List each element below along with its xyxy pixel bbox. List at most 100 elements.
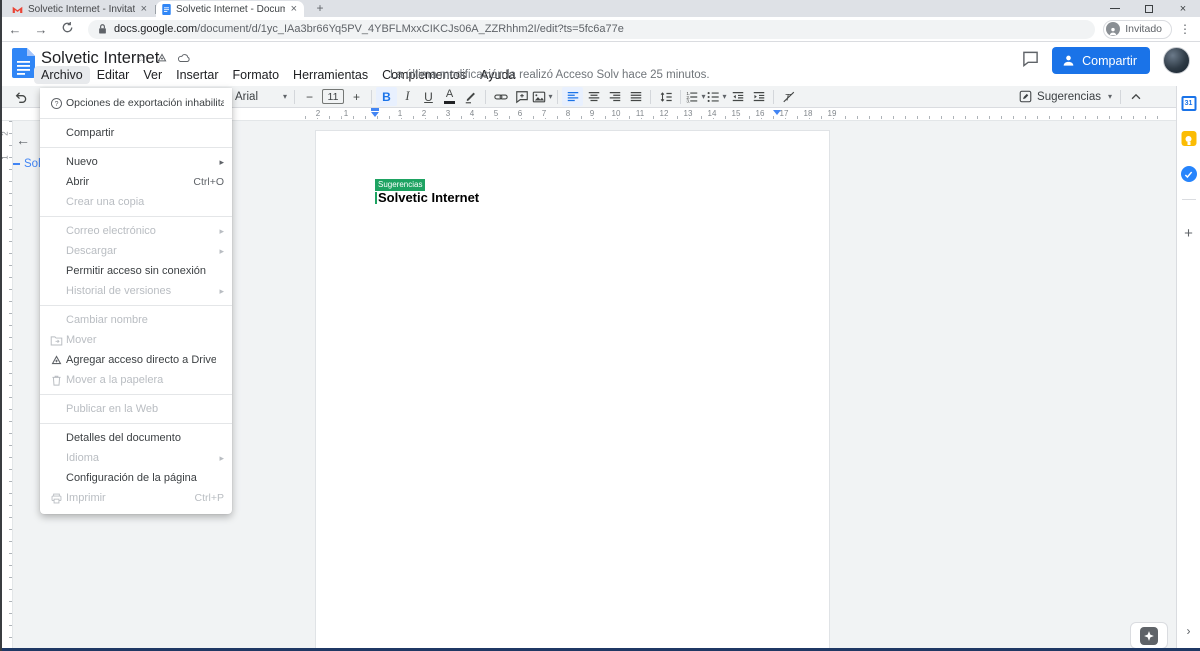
editing-mode-button[interactable]: Sugerencias ▾ — [1015, 87, 1116, 106]
align-left-button[interactable] — [562, 87, 583, 106]
add-addon-button[interactable]: + — [1184, 226, 1193, 241]
bold-button[interactable]: B — [376, 87, 397, 106]
menu-item-correo-electr-nico[interactable]: Correo electrónico ▸ — [40, 221, 232, 241]
tab-docs[interactable]: Solvetic Internet - Documentos d × — [156, 1, 304, 17]
submenu-arrow-icon: ▸ — [219, 156, 224, 167]
tab-gmail[interactable]: Solvetic Internet - Invitation to c × — [6, 1, 156, 17]
menu-item-abrir[interactable]: Abrir Ctrl+O — [40, 172, 232, 192]
font-family-select[interactable]: Arial ▾ — [232, 87, 290, 106]
tasks-button[interactable] — [1180, 166, 1197, 182]
tab-close-icon[interactable]: × — [140, 3, 148, 15]
explore-button[interactable] — [1130, 622, 1168, 649]
user-avatar[interactable] — [1163, 47, 1190, 74]
close-outline-button[interactable]: ← — [16, 132, 30, 148]
menu-item-compartir[interactable]: Compartir — [40, 123, 232, 143]
share-button[interactable]: Compartir — [1052, 47, 1150, 74]
suggesting-mode-icon — [1019, 90, 1032, 103]
decrease-indent-button[interactable] — [727, 87, 748, 106]
font-size-increase-button[interactable]: + — [346, 87, 367, 106]
underline-button[interactable]: U — [418, 87, 439, 106]
saved-cloud-icon[interactable] — [177, 52, 191, 64]
tasks-icon — [1180, 166, 1197, 182]
menu-insertar[interactable]: Insertar — [169, 66, 225, 84]
right-indent-marker[interactable] — [773, 110, 781, 115]
increase-indent-icon — [753, 91, 764, 101]
text-color-button[interactable]: A — [439, 87, 460, 106]
calendar-icon: 31 — [1181, 96, 1196, 111]
numbered-list-button[interactable]: 1. 2. 3. ▾ — [685, 87, 706, 106]
keep-button[interactable] — [1181, 131, 1196, 146]
menu-ver[interactable]: Ver — [136, 66, 169, 84]
menu-item-permitir-acceso-sin-conexi-n[interactable]: Permitir acceso sin conexión — [40, 261, 232, 281]
star-icon[interactable]: ☆ — [136, 51, 147, 65]
drive-shortcut-icon[interactable] — [155, 52, 169, 64]
menu-item-imprimir[interactable]: Imprimir Ctrl+P — [40, 488, 232, 508]
file-menu-sections: Compartir Nuevo ▸ Abrir Ctrl+O Crear una copi… — [40, 118, 232, 508]
browser-menu-button[interactable]: ⋮ — [1176, 22, 1194, 36]
chevron-down-icon: ▾ — [1107, 92, 1112, 101]
italic-button[interactable]: I — [397, 87, 418, 106]
left-indent-marker[interactable] — [371, 112, 379, 117]
last-edit-status[interactable]: La última modificación la realizó Acceso… — [390, 69, 710, 81]
profile-chip[interactable]: Invitado — [1103, 19, 1172, 39]
menu-editar[interactable]: Editar — [90, 66, 137, 84]
menu-item-mover[interactable]: Mover — [40, 330, 232, 350]
submenu-arrow-icon: ▸ — [219, 225, 224, 236]
bullet-list-button[interactable]: ▾ — [706, 87, 727, 106]
clear-formatting-button[interactable]: T — [778, 87, 799, 106]
browser-window: Solvetic Internet - Invitation to c × So… — [0, 0, 1200, 651]
menu-item-publicar-en-la-web[interactable]: Publicar en la Web — [40, 399, 232, 419]
undo-icon — [15, 91, 26, 103]
ruler-number: 2 — [313, 109, 323, 118]
lock-icon — [99, 24, 106, 34]
hide-side-panel-button[interactable]: › — [1187, 624, 1191, 638]
first-line-indent-marker[interactable] — [371, 108, 379, 111]
tab-close-icon[interactable]: × — [290, 3, 298, 15]
align-right-icon — [609, 91, 620, 101]
menu-item-crear-una-copia[interactable]: Crear una copia — [40, 192, 232, 212]
menu-item-historial-de-versiones[interactable]: Historial de versiones ▸ — [40, 281, 232, 301]
docs-logo-icon[interactable] — [12, 48, 35, 78]
document-page[interactable]: Sugerencias Solvetic Internet — [315, 130, 830, 650]
align-right-button[interactable] — [604, 87, 625, 106]
menu-item-mover-a-la-papelera[interactable]: Mover a la papelera — [40, 370, 232, 390]
vertical-ruler[interactable]: 2 1 — [1, 121, 13, 648]
increase-indent-button[interactable] — [748, 87, 769, 106]
collapse-toolbar-button[interactable] — [1125, 87, 1146, 106]
highlight-color-button[interactable] — [460, 87, 481, 106]
menu-item-configuraci-n-de-la-p-gina[interactable]: Configuración de la página — [40, 468, 232, 488]
font-size-input[interactable]: 11 — [322, 89, 344, 104]
minimize-button[interactable] — [1098, 0, 1132, 17]
line-spacing-button[interactable] — [655, 87, 676, 106]
menu-item-nuevo[interactable]: Nuevo ▸ — [40, 152, 232, 172]
close-button[interactable]: × — [1166, 0, 1200, 17]
new-tab-button[interactable]: + — [312, 2, 328, 16]
bullet-list-icon — [708, 91, 720, 102]
menu-archivo[interactable]: Archivo — [34, 66, 90, 84]
menu-formato[interactable]: Formato — [226, 66, 287, 84]
undo-button[interactable] — [10, 87, 31, 106]
insert-link-button[interactable] — [490, 87, 511, 106]
menu-item-cambiar-nombre[interactable]: Cambiar nombre — [40, 310, 232, 330]
font-family-value: Arial — [235, 90, 259, 103]
menu-item-agregar-acceso-directo-a-drive[interactable]: Agregar acceso directo a Drive — [40, 350, 232, 370]
forward-button[interactable]: → — [30, 22, 52, 37]
calendar-button[interactable]: 31 — [1181, 96, 1196, 111]
back-button[interactable]: ← — [4, 22, 26, 37]
comments-button[interactable] — [1022, 50, 1039, 72]
trash-icon — [48, 372, 64, 388]
justify-button[interactable] — [625, 87, 646, 106]
url-path: /document/d/1yc_IAa3br66Yq5PV_4YBFLMxxCI… — [197, 23, 624, 35]
menu-item-idioma[interactable]: Idioma ▸ — [40, 448, 232, 468]
menu-item-detalles-del-documento[interactable]: Detalles del documento — [40, 428, 232, 448]
align-center-button[interactable] — [583, 87, 604, 106]
insert-image-button[interactable]: ▾ — [532, 87, 553, 106]
menu-item-descargar[interactable]: Descargar ▸ — [40, 241, 232, 261]
reload-button[interactable] — [56, 21, 78, 37]
address-bar[interactable]: docs.google.com/document/d/1yc_IAa3br66Y… — [88, 19, 1096, 39]
font-size-decrease-button[interactable]: − — [299, 87, 320, 106]
tab-title: Solvetic Internet - Invitation to c — [28, 3, 135, 15]
menu-herramientas[interactable]: Herramientas — [286, 66, 375, 84]
add-comment-button[interactable] — [511, 87, 532, 106]
maximize-button[interactable] — [1132, 0, 1166, 17]
